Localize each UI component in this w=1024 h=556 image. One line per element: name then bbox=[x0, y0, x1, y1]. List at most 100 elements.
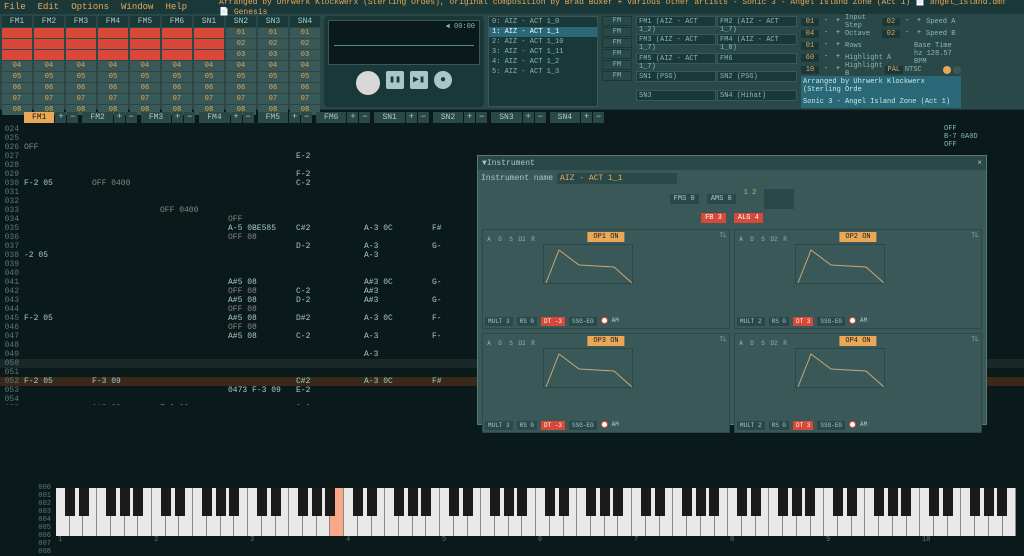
instrument-slot[interactable]: SN1 (PSG) bbox=[636, 71, 716, 82]
piano-black-key[interactable] bbox=[257, 488, 267, 516]
pattern-tab[interactable]: FM1 bbox=[24, 112, 54, 123]
channel-step[interactable]: 06 bbox=[290, 83, 320, 93]
channel-label[interactable]: FM1 bbox=[2, 16, 32, 27]
piano-black-key[interactable] bbox=[312, 488, 322, 516]
channel-label[interactable]: SN1 bbox=[194, 16, 224, 27]
alg-param[interactable]: ALG 4 bbox=[734, 213, 763, 223]
piano-black-key[interactable] bbox=[325, 488, 335, 516]
channel-step[interactable] bbox=[194, 39, 224, 49]
tab-minus[interactable]: − bbox=[476, 112, 487, 123]
minus-button[interactable]: - bbox=[821, 65, 831, 75]
pattern-tab[interactable]: SN3 bbox=[491, 112, 521, 123]
fms-param[interactable]: FMS 0 bbox=[670, 194, 699, 204]
instrument-slot[interactable]: FM3 (AIZ - ACT 1_7) bbox=[636, 34, 716, 45]
instrument-item[interactable]: 4: AIZ - ACT 1_2 bbox=[489, 57, 597, 67]
channel-step[interactable] bbox=[98, 28, 128, 38]
piano-black-key[interactable] bbox=[997, 488, 1007, 516]
tab-plus[interactable]: + bbox=[231, 112, 242, 123]
ssg-param[interactable]: SSG-EG bbox=[817, 317, 845, 326]
channel-step[interactable]: 06 bbox=[226, 83, 256, 93]
minus-button[interactable]: - bbox=[821, 17, 831, 27]
piano-black-key[interactable] bbox=[367, 488, 377, 516]
channel-step[interactable]: 06 bbox=[194, 83, 224, 93]
close-icon[interactable]: × bbox=[977, 159, 982, 168]
pattern-tab[interactable]: FM2 bbox=[82, 112, 112, 123]
channel-step[interactable]: 03 bbox=[258, 50, 288, 60]
channel-step[interactable]: 04 bbox=[66, 61, 96, 71]
channel-step[interactable] bbox=[34, 28, 64, 38]
ssg-param[interactable]: SSG-EG bbox=[569, 421, 597, 430]
channel-step[interactable]: 05 bbox=[2, 72, 32, 82]
channel-step[interactable]: 05 bbox=[258, 72, 288, 82]
piano-black-key[interactable] bbox=[216, 488, 226, 516]
piano-black-key[interactable] bbox=[847, 488, 857, 516]
channel-step[interactable]: 01 bbox=[258, 28, 288, 38]
piano-black-key[interactable] bbox=[600, 488, 610, 516]
channel-step[interactable]: 04 bbox=[258, 61, 288, 71]
mult-param[interactable]: MULT 3 bbox=[485, 317, 513, 326]
channel-step[interactable]: 03 bbox=[226, 50, 256, 60]
instrument-list[interactable]: 0: AIZ - ACT 1_01: AIZ - ACT 1_12: AIZ -… bbox=[488, 16, 598, 107]
am-toggle[interactable] bbox=[849, 421, 856, 428]
tab-plus[interactable]: + bbox=[581, 112, 592, 123]
channel-label[interactable]: FM2 bbox=[34, 16, 64, 27]
instrument-slot[interactable]: SN4 (Hihat) bbox=[717, 90, 797, 101]
minus-button[interactable]: - bbox=[821, 53, 831, 63]
dt-param[interactable]: DT -3 bbox=[541, 421, 565, 430]
rs-param[interactable]: RS 0 bbox=[769, 317, 789, 326]
channel-step[interactable]: 07 bbox=[66, 94, 96, 104]
channel-label[interactable]: SN3 bbox=[258, 16, 288, 27]
channel-step[interactable]: 07 bbox=[130, 94, 160, 104]
tab-plus[interactable]: + bbox=[114, 112, 125, 123]
mult-param[interactable]: MULT 2 bbox=[737, 421, 765, 430]
op-toggle[interactable]: OP4 ON bbox=[839, 336, 876, 346]
channel-step[interactable] bbox=[194, 28, 224, 38]
pattern-tab[interactable]: SN4 bbox=[550, 112, 580, 123]
piano-black-key[interactable] bbox=[120, 488, 130, 516]
ams-param[interactable]: AMS 0 bbox=[707, 194, 736, 204]
piano-black-key[interactable] bbox=[408, 488, 418, 516]
ssg-param[interactable]: SSG-EG bbox=[569, 317, 597, 326]
tab-minus[interactable]: − bbox=[535, 112, 546, 123]
channel-step[interactable]: 07 bbox=[258, 94, 288, 104]
piano-black-key[interactable] bbox=[888, 488, 898, 516]
channel-step[interactable]: 07 bbox=[98, 94, 128, 104]
instrument-item[interactable]: 0: AIZ - ACT 1_0 bbox=[489, 17, 597, 27]
instrument-slot[interactable]: FM1 (AIZ - ACT 1_2) bbox=[636, 16, 716, 27]
piano-black-key[interactable] bbox=[133, 488, 143, 516]
piano-black-key[interactable] bbox=[106, 488, 116, 516]
fm-type-button[interactable]: FM bbox=[602, 27, 632, 37]
piano-black-key[interactable] bbox=[833, 488, 843, 516]
piano-black-key[interactable] bbox=[490, 488, 500, 516]
fb-param[interactable]: FB 3 bbox=[701, 213, 726, 223]
piano-black-key[interactable] bbox=[449, 488, 459, 516]
channel-step[interactable]: 02 bbox=[290, 39, 320, 49]
piano-black-key[interactable] bbox=[545, 488, 555, 516]
fm-type-button[interactable]: FM bbox=[602, 71, 632, 81]
tab-minus[interactable]: − bbox=[126, 112, 137, 123]
piano-black-key[interactable] bbox=[504, 488, 514, 516]
channel-label[interactable]: FM5 bbox=[130, 16, 160, 27]
am-toggle[interactable] bbox=[601, 421, 608, 428]
channel-step[interactable]: 06 bbox=[258, 83, 288, 93]
channel-step[interactable]: 01 bbox=[290, 28, 320, 38]
channel-step[interactable]: 07 bbox=[2, 94, 32, 104]
channel-step[interactable]: 04 bbox=[194, 61, 224, 71]
channel-step[interactable] bbox=[66, 50, 96, 60]
channel-step[interactable] bbox=[162, 39, 192, 49]
op-toggle[interactable]: OP3 ON bbox=[587, 336, 624, 346]
dt-param[interactable]: DT -3 bbox=[541, 317, 565, 326]
pause-button[interactable]: ▮▮ bbox=[386, 71, 404, 89]
channel-step[interactable]: 07 bbox=[194, 94, 224, 104]
mult-param[interactable]: MULT 2 bbox=[737, 317, 765, 326]
channel-step[interactable]: 04 bbox=[34, 61, 64, 71]
piano-black-key[interactable] bbox=[655, 488, 665, 516]
channel-step[interactable]: 02 bbox=[226, 39, 256, 49]
channel-step[interactable] bbox=[66, 28, 96, 38]
channel-step[interactable]: 06 bbox=[130, 83, 160, 93]
channel-step[interactable] bbox=[130, 50, 160, 60]
piano-black-key[interactable] bbox=[394, 488, 404, 516]
channel-step[interactable]: 05 bbox=[130, 72, 160, 82]
next-button[interactable]: ▶▮ bbox=[410, 71, 428, 89]
tab-plus[interactable]: + bbox=[347, 112, 358, 123]
